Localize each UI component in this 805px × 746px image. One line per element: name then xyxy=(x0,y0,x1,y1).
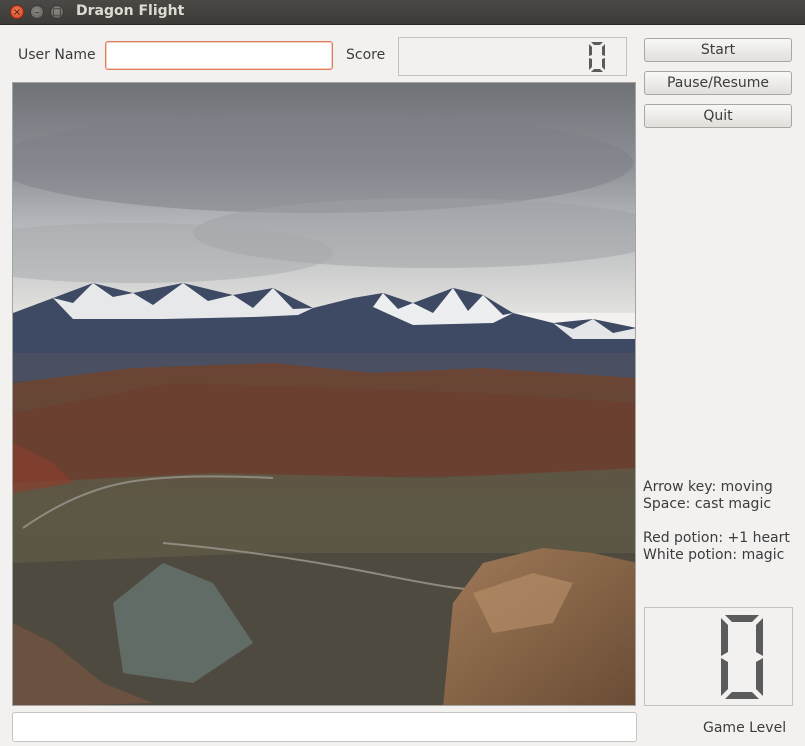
help-arrow-key: Arrow key: moving xyxy=(643,479,773,495)
score-lcd-display: 0 xyxy=(398,37,627,76)
minimize-window-button[interactable]: – xyxy=(30,5,44,19)
score-digit-zero-icon xyxy=(589,41,605,72)
level-lcd-display: 0 xyxy=(644,607,793,706)
user-name-input[interactable] xyxy=(105,41,333,70)
title-bar: × – □ Dragon Flight xyxy=(0,0,805,25)
pause-resume-button[interactable]: Pause/Resume xyxy=(644,71,792,95)
mountain-landscape-background xyxy=(13,83,635,705)
help-white-potion: White potion: magic xyxy=(643,547,785,563)
status-text-field[interactable] xyxy=(12,712,637,742)
game-canvas[interactable] xyxy=(12,82,636,706)
window-title: Dragon Flight xyxy=(76,3,185,19)
score-label: Score xyxy=(346,47,386,63)
game-level-label: Game Level xyxy=(703,720,787,736)
help-red-potion: Red potion: +1 heart xyxy=(643,530,790,546)
help-space: Space: cast magic xyxy=(643,496,772,512)
maximize-window-button[interactable]: □ xyxy=(50,5,64,19)
quit-button[interactable]: Quit xyxy=(644,104,792,128)
level-digit-zero-icon xyxy=(721,614,763,699)
start-button[interactable]: Start xyxy=(644,38,792,62)
user-name-label: User Name xyxy=(18,47,96,63)
close-window-button[interactable]: × xyxy=(10,5,24,19)
